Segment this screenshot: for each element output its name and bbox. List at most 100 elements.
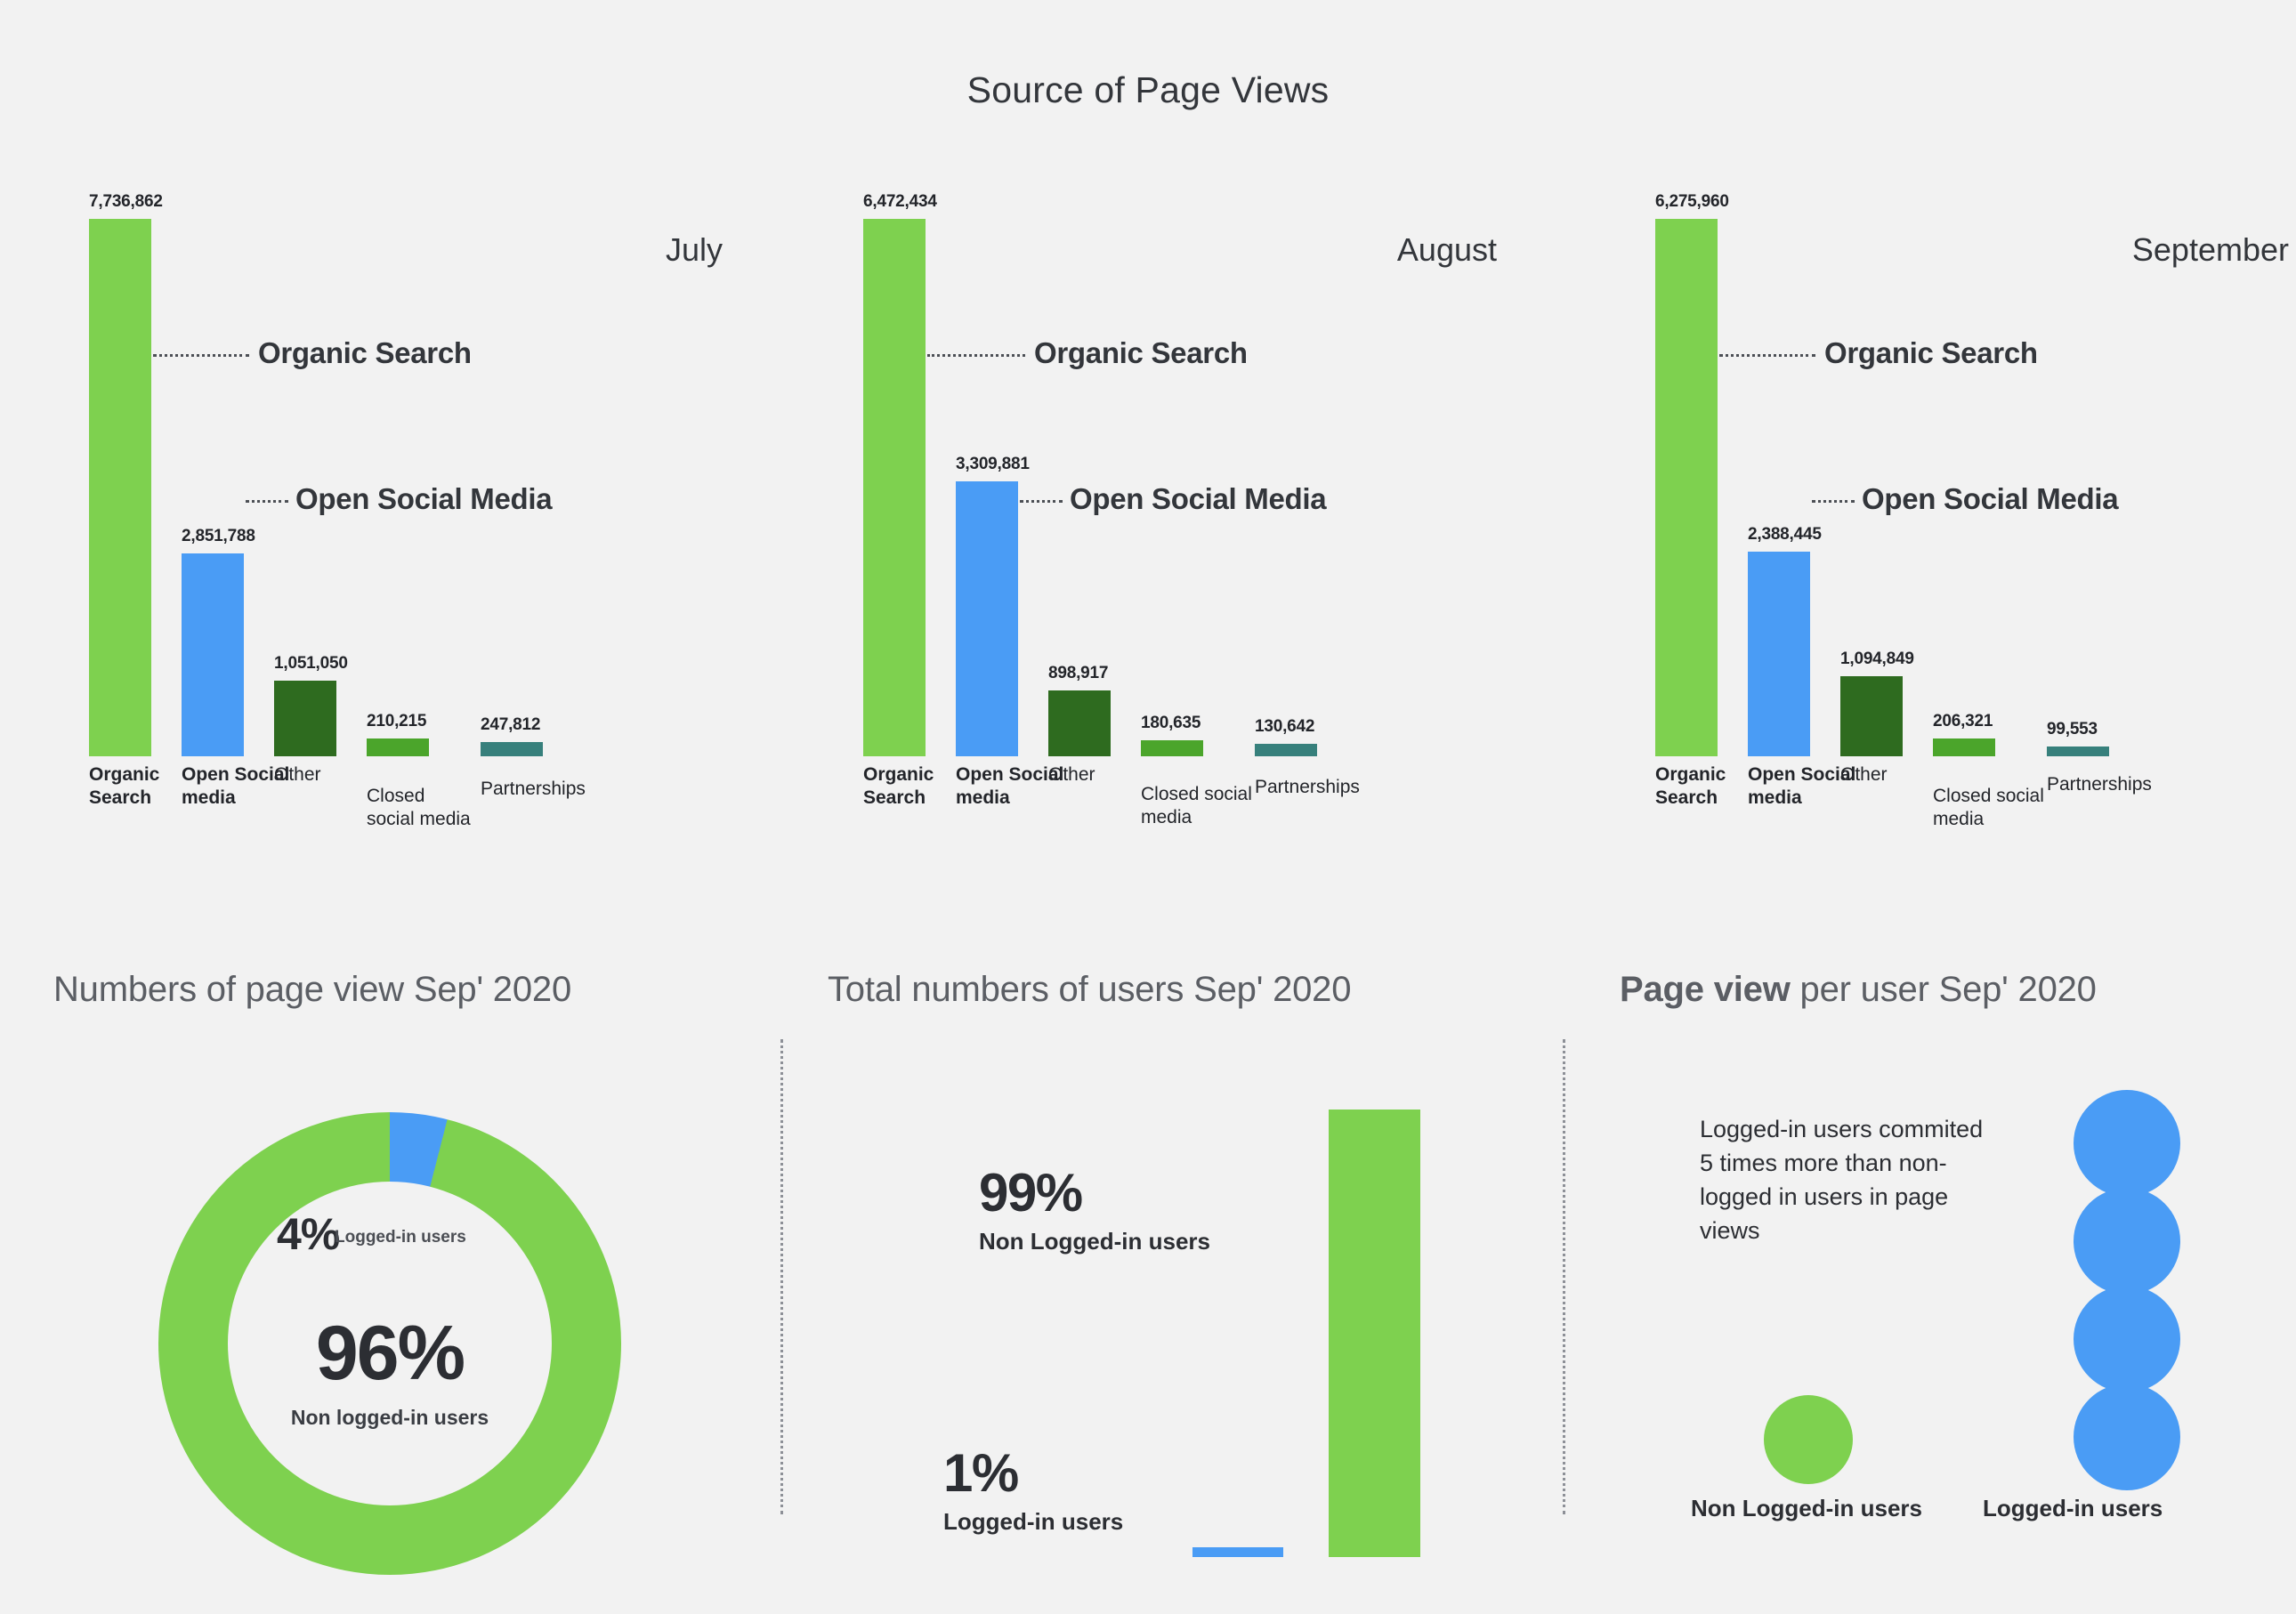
bar-closed-social-media[interactable] <box>1141 740 1203 756</box>
bar-other[interactable] <box>274 681 336 756</box>
bar-closed-social-media[interactable] <box>367 738 429 756</box>
pictogram-circle-logged-in-3 <box>2074 1286 2180 1392</box>
bar-value: 2,851,788 <box>182 527 255 545</box>
bar-closed-social-media[interactable] <box>1933 738 1995 756</box>
label-line-1: Organic <box>1655 764 1726 785</box>
bar-other[interactable] <box>1048 690 1111 756</box>
label-line-1: Organic <box>89 764 160 785</box>
callout-open-social-media: Open Social Media <box>295 482 553 515</box>
leader-line-open-social-media <box>1812 500 1855 503</box>
bar-slot-open-social-media[interactable]: 3,309,881 Open Social media <box>956 187 1063 808</box>
bar-label-partnerships: Partnerships <box>1255 777 1360 797</box>
bar-partnerships[interactable] <box>2047 746 2109 756</box>
panel-title-strong: Page view <box>1620 970 1791 1009</box>
month-panel-september: September 6,275,960 Organic Search 2,388… <box>1593 187 2296 845</box>
panel-title-page-views: Numbers of page view Sep' 2020 <box>53 970 571 1009</box>
bar-slot-other[interactable]: 1,051,050 Other <box>274 187 348 785</box>
bar-label-closed-social-media: Closed social media <box>367 785 487 831</box>
bar-slot-closed-social-media[interactable]: 206,321 Closed social media <box>1933 187 2044 829</box>
bar-value: 6,275,960 <box>1655 192 1729 211</box>
label-line-1: Closed social <box>1141 784 1252 804</box>
donut-non-logged-in-label: Non logged-in users <box>290 1406 489 1429</box>
bar-label-other: Other <box>1840 764 1888 785</box>
label-line-2: Search <box>863 787 926 808</box>
bar-value: 6,472,434 <box>863 192 937 211</box>
label-line-1: Closed social <box>1933 786 2044 806</box>
bar-organic-search[interactable] <box>863 219 926 756</box>
bar-value: 206,321 <box>1933 712 1993 730</box>
bar-value: 898,917 <box>1048 664 1109 682</box>
label-line-1: Closed <box>367 786 425 806</box>
bar-slot-other[interactable]: 1,094,849 Other <box>1840 187 1914 785</box>
infographic-root: Source of Page Views July 7,736,862 Orga… <box>0 0 2296 1614</box>
pictogram-circle-logged-in-4 <box>2074 1384 2180 1490</box>
bar-organic-search[interactable] <box>89 219 151 756</box>
donut-non-logged-in-percent: 96% <box>315 1311 465 1396</box>
label-line-2: media <box>1748 787 1802 808</box>
label-line-2: media <box>1141 807 1192 827</box>
leader-line-organic-search <box>1719 354 1815 357</box>
bar-open-social-media[interactable] <box>182 553 244 756</box>
panel-divider-2 <box>1563 1039 1565 1514</box>
bar-value: 3,309,881 <box>956 455 1030 473</box>
bar-partnerships[interactable] <box>481 742 543 756</box>
legend-non-logged-in-users: Non Logged-in users <box>1691 1495 1922 1521</box>
legend-logged-in-users: Logged-in users <box>1983 1495 2163 1521</box>
bar-slot-open-social-media[interactable]: 2,388,445 Open Social media <box>1748 187 1855 808</box>
bar-open-social-media[interactable] <box>1748 552 1810 756</box>
panel-page-views: Numbers of page view Sep' 2020 4% Logged… <box>27 943 765 1575</box>
label-line-2: media <box>956 787 1010 808</box>
bar-chart-july: 7,736,862 Organic Search 2,851,788 Open … <box>89 187 765 829</box>
bar-slot-closed-social-media[interactable]: 210,215 Closed social media <box>367 187 471 829</box>
bar-slot-organic-search[interactable]: 7,736,862 Organic Search <box>89 187 163 808</box>
bar-value: 7,736,862 <box>89 192 163 211</box>
bar-slot-other[interactable]: 898,917 Other <box>1048 187 1111 785</box>
callout-open-social-media: Open Social Media <box>1862 482 2119 515</box>
label-line-2: Search <box>89 787 152 808</box>
month-panel-july: July 7,736,862 Organic Search 2,851,788 … <box>27 187 792 845</box>
bar-non-logged-in-users[interactable] <box>1329 1110 1420 1557</box>
page-view-per-user-description: Logged-in users commited 5 times more th… <box>1700 1116 1984 1244</box>
bar-value: 180,635 <box>1141 714 1201 732</box>
month-panel-august: August 6,472,434 Organic Search 3,309,88… <box>801 187 1566 845</box>
callout-open-social-media: Open Social Media <box>1070 482 1327 515</box>
bar-label-other: Other <box>274 764 321 785</box>
bar-open-social-media[interactable] <box>956 481 1018 756</box>
bar-logged-in-users[interactable] <box>1192 1547 1283 1557</box>
bar-organic-search[interactable] <box>1655 219 1718 756</box>
bar-slot-organic-search[interactable]: 6,472,434 Organic Search <box>863 187 937 808</box>
donut-logged-in-percent: 4% <box>277 1209 340 1259</box>
label-line-2: media <box>1933 809 1985 829</box>
pictogram-circle-non-logged-in-1 <box>1764 1395 1853 1484</box>
bar-chart-total-users: 99% Non Logged-in users 1% Logged-in use… <box>801 1059 1540 1557</box>
callout-organic-search: Organic Search <box>1824 336 2038 369</box>
panel-title-rest: per user Sep' 2020 <box>1790 970 2097 1009</box>
page-title: Source of Page Views <box>966 69 1330 110</box>
callout-organic-search: Organic Search <box>258 336 472 369</box>
stat-non-logged-in-users: 99% Non Logged-in users <box>979 1166 1210 1255</box>
bar-partnerships[interactable] <box>1255 744 1317 756</box>
callout-organic-search: Organic Search <box>1034 336 1248 369</box>
bar-value: 2,388,445 <box>1748 525 1822 544</box>
stat-label: Logged-in users <box>943 1508 1124 1535</box>
pictogram-circle-logged-in-1 <box>2074 1090 2180 1197</box>
label-line-2: media <box>182 787 236 808</box>
bar-slot-partnerships[interactable]: 247,812 Partnerships <box>481 187 586 799</box>
panel-title-total-users: Total numbers of users Sep' 2020 <box>828 970 1352 1009</box>
bar-other[interactable] <box>1840 676 1903 756</box>
panel-page-view-per-user: Page view per user Sep' 2020 Logged-in u… <box>1593 943 2296 1566</box>
stat-logged-in-users: 1% Logged-in users <box>943 1446 1123 1536</box>
bar-slot-closed-social-media[interactable]: 180,635 Closed social media <box>1141 187 1252 827</box>
bar-slot-partnerships[interactable]: 99,553 Partnerships <box>2047 187 2152 795</box>
bar-slot-open-social-media[interactable]: 2,851,788 Open Social media <box>182 187 289 808</box>
donut-chart-page-views: 4% Logged-in users 96% Non logged-in use… <box>158 1112 621 1575</box>
bar-slot-partnerships[interactable]: 130,642 Partnerships <box>1255 187 1360 797</box>
leader-line-open-social-media <box>246 500 288 503</box>
label-line-2: Search <box>1655 787 1718 808</box>
bar-slot-organic-search[interactable]: 6,275,960 Organic Search <box>1655 187 1729 808</box>
bar-value: 99,553 <box>2047 720 2098 738</box>
leader-line-open-social-media <box>1020 500 1063 503</box>
donut-logged-in-label: Logged-in users <box>335 1228 466 1247</box>
bar-label-partnerships: Partnerships <box>481 779 586 799</box>
pictogram-circle-logged-in-2 <box>2074 1188 2180 1295</box>
